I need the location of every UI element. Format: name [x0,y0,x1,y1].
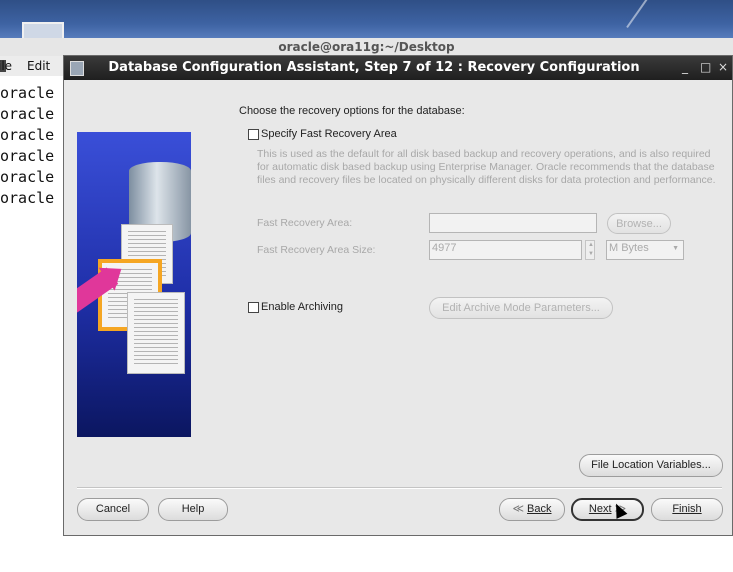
back-button[interactable]: ≪ Back [499,498,565,521]
terminal-line: oracle [0,126,55,144]
file-location-variables-button[interactable]: File Location Variables... [579,454,723,477]
chevron-down-icon: ▼ [672,245,679,252]
menu-edit[interactable]: Edit [27,59,50,73]
size-unit-value: M Bytes [609,242,649,254]
help-button[interactable]: Help [158,498,228,521]
fast-recovery-size-input[interactable]: 4977 [429,240,582,260]
fast-recovery-checkbox[interactable] [248,129,259,140]
chevron-left-icon: ≪ [512,503,528,515]
finish-label: Finish [672,503,702,515]
fast-recovery-size-label: Fast Recovery Area Size: [257,244,376,256]
back-label: Back [527,503,552,515]
finish-button[interactable]: Finish [651,498,723,521]
next-button[interactable]: Next ≫ [571,498,644,521]
size-unit-select[interactable]: M Bytes ▼ [606,240,684,260]
fast-recovery-area-label: Fast Recovery Area: [257,217,353,229]
terminal-line: oracle [0,147,55,165]
spin-down-icon[interactable]: ▼ [588,251,594,257]
edit-archive-mode-button[interactable]: Edit Archive Mode Parameters... [429,297,613,319]
cancel-button[interactable]: Cancel [77,498,149,521]
fast-recovery-area-input[interactable] [429,213,597,233]
button-separator [77,487,722,489]
terminal-output: oracle oracle oracle oracle oracle oracl… [0,83,54,209]
browse-button[interactable]: Browse... [607,213,671,234]
enable-archiving-label[interactable]: Enable Archiving [261,301,343,313]
terminal-line: oracle [0,189,55,207]
terminal-line: oracle [0,84,55,102]
next-label: Next [588,503,612,515]
size-spinner[interactable]: ▲ ▼ [585,240,595,260]
enable-archiving-checkbox[interactable] [248,302,259,313]
terminal-line: oracle [0,168,55,186]
spin-up-icon[interactable]: ▲ [588,242,594,248]
desktop-decoration [626,0,733,40]
fast-recovery-label[interactable]: Specify Fast Recovery Area [261,128,397,140]
terminal-line: oracle [0,105,55,123]
desktop-background [0,0,733,40]
fast-recovery-description: This is used as the default for all disk… [257,148,716,186]
menu-file[interactable]: ile [0,59,12,73]
dbca-dialog: Database Configuration Assistant, Step 7… [63,55,733,536]
recovery-prompt: Choose the recovery options for the data… [239,105,465,117]
